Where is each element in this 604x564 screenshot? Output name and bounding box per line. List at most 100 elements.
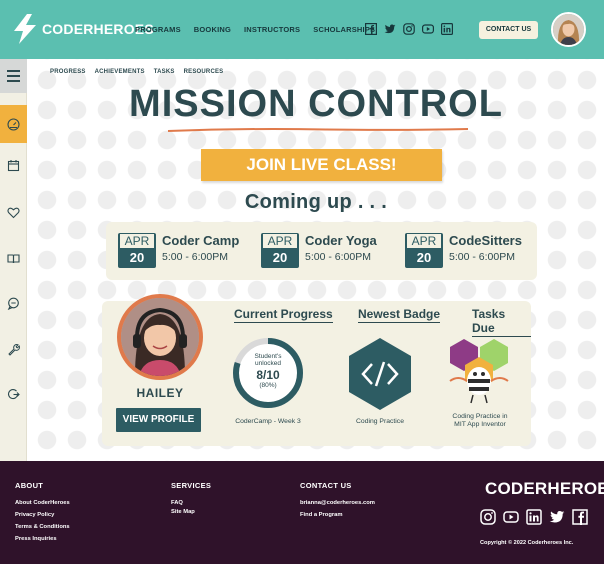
footer-services-heading: SERVICES — [171, 481, 212, 490]
event-day: 20 — [416, 250, 432, 265]
tasks-due-heading: Tasks Due — [472, 307, 531, 337]
event-title: Coder Camp — [162, 233, 240, 248]
bee-mascot-icon[interactable] — [440, 337, 518, 407]
current-progress-heading: Current Progress — [234, 307, 333, 323]
subnav-achievements[interactable]: ACHIEVEMENTS — [95, 69, 145, 75]
footer-link-email[interactable]: brianna@coderheroes.com — [300, 500, 375, 506]
footer-brand: CODERHEROES — [485, 479, 604, 498]
copyright-text: Copyright © 2022 Coderheroes Inc. — [480, 540, 574, 546]
header-social-links — [365, 23, 460, 35]
dashboard-icon — [7, 118, 20, 131]
event-date: APR 20 — [261, 233, 299, 268]
student-photo — [117, 294, 203, 380]
instagram-icon[interactable] — [403, 23, 415, 35]
event-month: APR — [263, 234, 297, 248]
main-nav: PROGRAMS BOOKING INSTRUCTORS SCHOLARSHIP… — [135, 25, 388, 34]
footer-about: ABOUT About CoderHeroes Privacy Policy T… — [15, 481, 70, 548]
event-item[interactable]: APR 20 CodeSitters 5:00 - 6:00PM — [405, 233, 522, 268]
brand-logo[interactable]: CODERHEROES — [12, 14, 154, 44]
subnav-tasks[interactable]: TASKS — [154, 69, 175, 75]
rail-item-dashboard[interactable] — [0, 105, 27, 143]
youtube-icon[interactable] — [422, 23, 434, 35]
lightning-bolt-icon — [14, 14, 36, 44]
subnav-progress[interactable]: PROGRESS — [50, 69, 86, 75]
join-live-class-button[interactable]: JOIN LIVE CLASS! — [201, 149, 442, 181]
heart-icon[interactable] — [7, 206, 20, 219]
side-rail — [0, 59, 27, 461]
linkedin-icon[interactable] — [526, 509, 542, 525]
calendar-icon[interactable] — [7, 159, 20, 172]
youtube-icon[interactable] — [503, 509, 519, 525]
footer-contact-heading: CONTACT US — [300, 481, 352, 490]
upcoming-events: APR 20 Coder Camp 5:00 - 6:00PM APR 20 C… — [106, 222, 537, 280]
event-day: 20 — [129, 250, 145, 265]
user-avatar-image — [553, 14, 584, 45]
event-time: 5:00 - 6:00PM — [449, 251, 515, 263]
footer-link-about[interactable]: About CoderHeroes — [15, 500, 70, 506]
student-photo-image — [121, 298, 199, 376]
code-brackets-icon[interactable] — [347, 336, 413, 412]
subnav-resources[interactable]: RESOURCES — [184, 69, 224, 75]
progress-caption: CoderCamp - Week 3 — [235, 418, 301, 425]
footer-about-heading: ABOUT — [15, 481, 44, 490]
task-caption-line2: MIT App Inventor — [454, 421, 506, 428]
nav-programs[interactable]: PROGRAMS — [135, 25, 181, 34]
newest-badge-heading: Newest Badge — [358, 307, 441, 323]
linkedin-icon[interactable] — [441, 23, 453, 35]
event-time: 5:00 - 6:00PM — [305, 251, 371, 263]
footer: ABOUT About CoderHeroes Privacy Policy T… — [0, 461, 604, 564]
logout-icon[interactable] — [7, 388, 20, 401]
footer-services: SERVICES FAQ Site Map — [171, 481, 211, 521]
footer-social-links — [480, 509, 595, 525]
book-icon[interactable] — [7, 252, 20, 265]
title-underline — [167, 128, 469, 132]
event-month: APR — [120, 234, 154, 248]
instagram-icon[interactable] — [480, 509, 496, 525]
event-month: APR — [407, 234, 441, 248]
nav-booking[interactable]: BOOKING — [194, 25, 231, 34]
menu-icon-bar — [7, 70, 20, 72]
twitter-icon[interactable] — [384, 23, 396, 35]
progress-value: 8/10 — [256, 368, 280, 382]
event-title: Coder Yoga — [305, 233, 377, 248]
nav-instructors[interactable]: INSTRUCTORS — [244, 25, 300, 34]
student-name: HAILEY — [136, 386, 184, 400]
progress-readout: Student's unlocked 8/10 (80%) — [232, 353, 304, 389]
event-day: 20 — [272, 250, 288, 265]
footer-link-press[interactable]: Press Inquiries — [15, 536, 70, 542]
footer-link-terms[interactable]: Terms & Conditions — [15, 524, 70, 530]
progress-percent: (80%) — [259, 382, 277, 389]
coming-up-heading: Coming up . . . — [244, 191, 388, 213]
view-profile-button[interactable]: VIEW PROFILE — [116, 408, 201, 432]
menu-icon-bar — [7, 80, 20, 82]
event-date: APR 20 — [405, 233, 443, 268]
top-bar: CODERHEROES PROGRAMS BOOKING INSTRUCTORS… — [0, 0, 604, 59]
progress-line1: Student's — [254, 353, 282, 360]
contact-us-button[interactable]: CONTACT US — [479, 21, 538, 39]
user-avatar[interactable] — [551, 12, 586, 47]
wrench-icon[interactable] — [7, 343, 20, 356]
footer-link-faq[interactable]: FAQ — [171, 500, 211, 506]
footer-link-privacy[interactable]: Privacy Policy — [15, 512, 70, 518]
event-time: 5:00 - 6:00PM — [162, 251, 228, 263]
menu-icon-bar — [7, 75, 20, 77]
sub-nav: PROGRESS ACHIEVEMENTS TASKS RESOURCES — [50, 69, 232, 75]
event-item[interactable]: APR 20 Coder Yoga 5:00 - 6:00PM — [261, 233, 377, 268]
menu-button[interactable] — [0, 59, 27, 93]
task-caption-line1: Coding Practice in — [452, 413, 508, 420]
task-caption: Coding Practice in MIT App Inventor — [438, 413, 522, 429]
badge-caption: Coding Practice — [356, 418, 404, 425]
main-content: PROGRESS ACHIEVEMENTS TASKS RESOURCES MI… — [28, 59, 604, 461]
footer-link-sitemap[interactable]: Site Map — [171, 509, 211, 515]
chat-icon[interactable] — [7, 297, 20, 310]
event-date: APR 20 — [118, 233, 156, 268]
footer-contact: CONTACT US brianna@coderheroes.com Find … — [300, 481, 375, 524]
student-profile-card: HAILEY VIEW PROFILE Current Progress Stu… — [102, 294, 531, 446]
event-item[interactable]: APR 20 Coder Camp 5:00 - 6:00PM — [118, 233, 239, 268]
twitter-icon[interactable] — [549, 509, 565, 525]
page-title: MISSION CONTROL — [129, 83, 503, 125]
facebook-icon[interactable] — [572, 509, 588, 525]
footer-link-find-program[interactable]: Find a Program — [300, 512, 375, 518]
facebook-icon[interactable] — [365, 23, 377, 35]
event-title: CodeSitters — [449, 233, 522, 248]
